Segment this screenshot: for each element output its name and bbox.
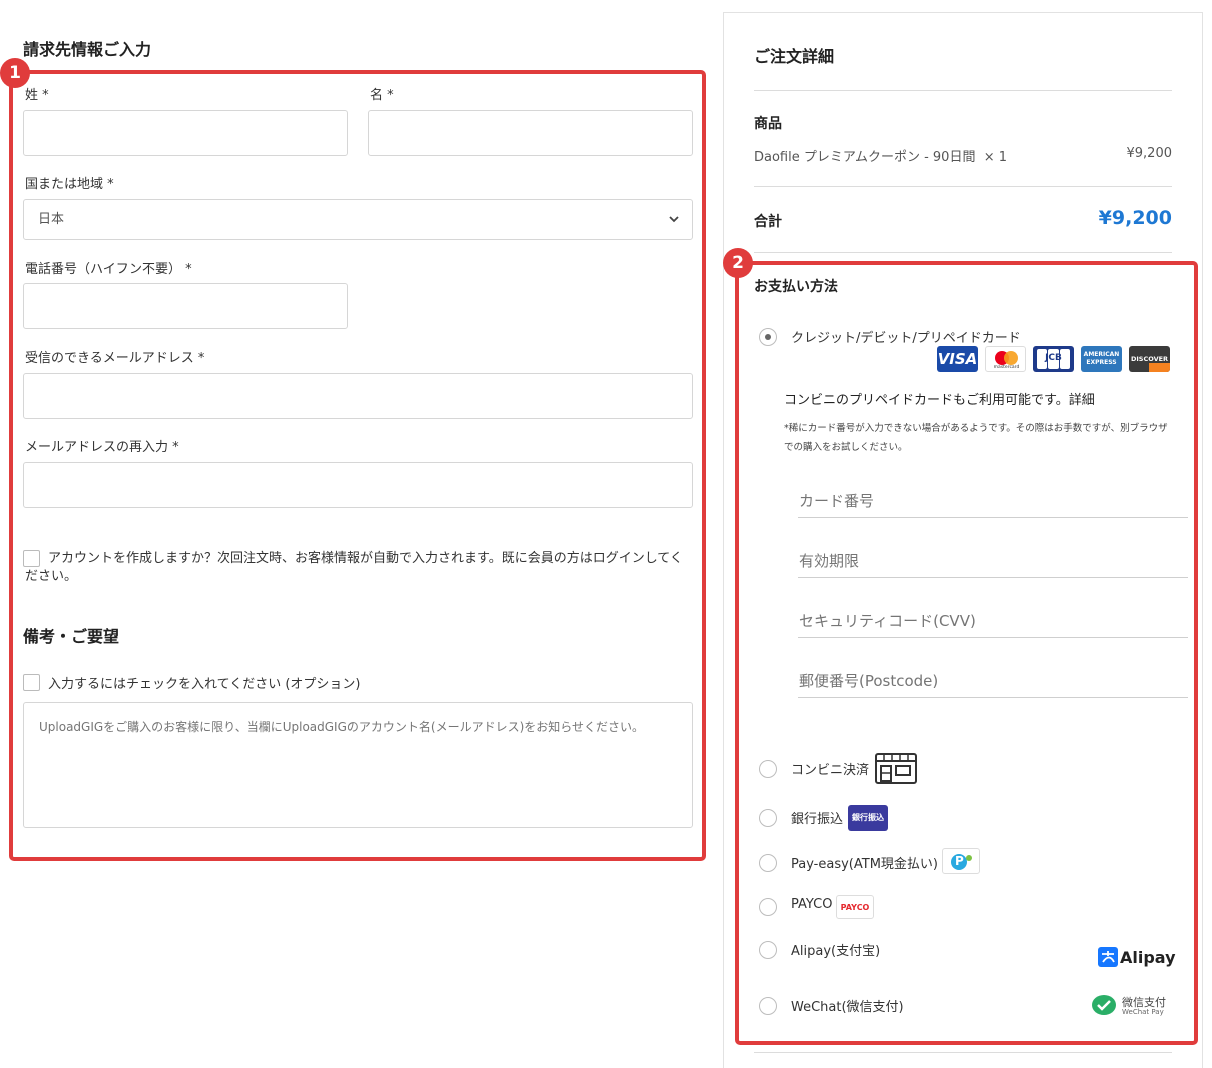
first-name-input[interactable] [368, 110, 693, 156]
divider [754, 1052, 1172, 1053]
wechat-label: WeChat(微信支付) [791, 1000, 904, 1015]
radio-payeasy[interactable] [759, 854, 777, 872]
notes-checkbox[interactable] [23, 674, 40, 691]
create-account-text: アカウントを作成しますか？次回注文時、お客様情報が自動で入力されます。既に会員の… [25, 551, 683, 584]
last-name-input[interactable] [23, 110, 348, 156]
country-label: 国または地域 * [25, 177, 114, 192]
radio-payco[interactable] [759, 898, 777, 916]
email-confirm-label: メールアドレスの再入力 * [25, 440, 179, 455]
jcb-text: JCB [1045, 353, 1062, 363]
bank-transfer-icon: 銀行振込 [848, 805, 888, 831]
divider [754, 90, 1172, 91]
total-label: 合計 [754, 214, 782, 230]
radio-convenience-store[interactable] [759, 760, 777, 778]
phone-label: 電話番号（ハイフン不要） * [25, 262, 192, 277]
credit-card-label: クレジット/デビット/プリペイドカード [791, 331, 1021, 346]
first-name-label: 名 * [370, 88, 394, 103]
amex-icon: AMERICAN EXPRESS [1081, 346, 1122, 372]
payment-title: お支払い方法 [754, 279, 838, 295]
alipay-label: Alipay(支付宝) [791, 944, 881, 959]
radio-wechat[interactable] [759, 997, 777, 1015]
divider [754, 186, 1172, 187]
visa-icon: VISA [937, 346, 978, 372]
notes-title: 備考・ご要望 [23, 627, 120, 646]
postcode-input[interactable] [798, 664, 1188, 698]
mastercard-icon: mastercard [985, 346, 1026, 372]
credit-note: コンビニのプリペイドカードもご利用可能です。詳細 [784, 393, 1095, 408]
payeasy-icon: P [942, 848, 980, 874]
order-title: ご注文詳細 [754, 47, 835, 66]
amex-text-bottom: EXPRESS [1086, 359, 1117, 366]
billing-title: 請求先情報ご入力 [23, 40, 152, 59]
convenience-store-label: コンビニ決済 [791, 763, 870, 778]
chevron-down-icon [669, 216, 679, 223]
wechat-pay-icon: 微信支付 WeChat Pay [1091, 993, 1173, 1019]
divider [754, 252, 1172, 253]
email-label: 受信のできるメールアドレス * [25, 351, 205, 366]
mastercard-text: mastercard [993, 365, 1020, 370]
annotation-badge-1: 1 [0, 58, 30, 88]
discover-icon: DISCOVER [1129, 346, 1170, 372]
card-number-input[interactable] [798, 484, 1188, 518]
notes-textarea[interactable] [23, 702, 693, 828]
payeasy-label: Pay-easy(ATM現金払い) [791, 857, 938, 872]
product-header: 商品 [754, 116, 782, 132]
bank-transfer-label: 銀行振込 [791, 812, 844, 827]
alipay-icon: Alipay [1098, 946, 1176, 968]
radio-alipay[interactable] [759, 941, 777, 959]
annotation-badge-2: 2 [723, 248, 753, 278]
email-confirm-input[interactable] [23, 462, 693, 508]
last-name-label: 姓 * [25, 88, 49, 103]
credit-small-note: *稀にカード番号が入力できない場合があるようです。その際はお手数ですが、別ブラウ… [784, 423, 1168, 453]
country-value: 日本 [38, 212, 65, 227]
payco-icon: PAYCO [836, 895, 874, 919]
radio-bank-transfer[interactable] [759, 809, 777, 827]
cvv-input[interactable] [798, 604, 1188, 638]
discover-text: DISCOVER [1130, 355, 1169, 363]
payeasy-icon-text: P [955, 854, 964, 868]
product-price: ¥9,200 [1126, 146, 1173, 161]
amex-text-top: AMERICAN [1083, 351, 1120, 358]
payco-label: PAYCO [791, 897, 833, 912]
product-name: Daofile プレミアムクーポン - 90日間 × 1 [754, 150, 1008, 165]
alipay-icon-text: Alipay [1120, 947, 1176, 967]
wechat-icon-subtext: WeChat Pay [1122, 1008, 1164, 1016]
jcb-icon: JCB [1033, 346, 1074, 372]
total-amount: ¥9,200 [1098, 207, 1172, 229]
expiry-input[interactable] [798, 544, 1188, 578]
notes-checkbox-label: 入力するにはチェックを入れてください (オプション) [48, 677, 361, 692]
phone-input[interactable] [23, 283, 348, 329]
email-input[interactable] [23, 373, 693, 419]
country-select[interactable]: 日本 [23, 199, 693, 240]
convenience-store-icon [875, 753, 917, 784]
radio-credit-card[interactable] [759, 328, 777, 346]
